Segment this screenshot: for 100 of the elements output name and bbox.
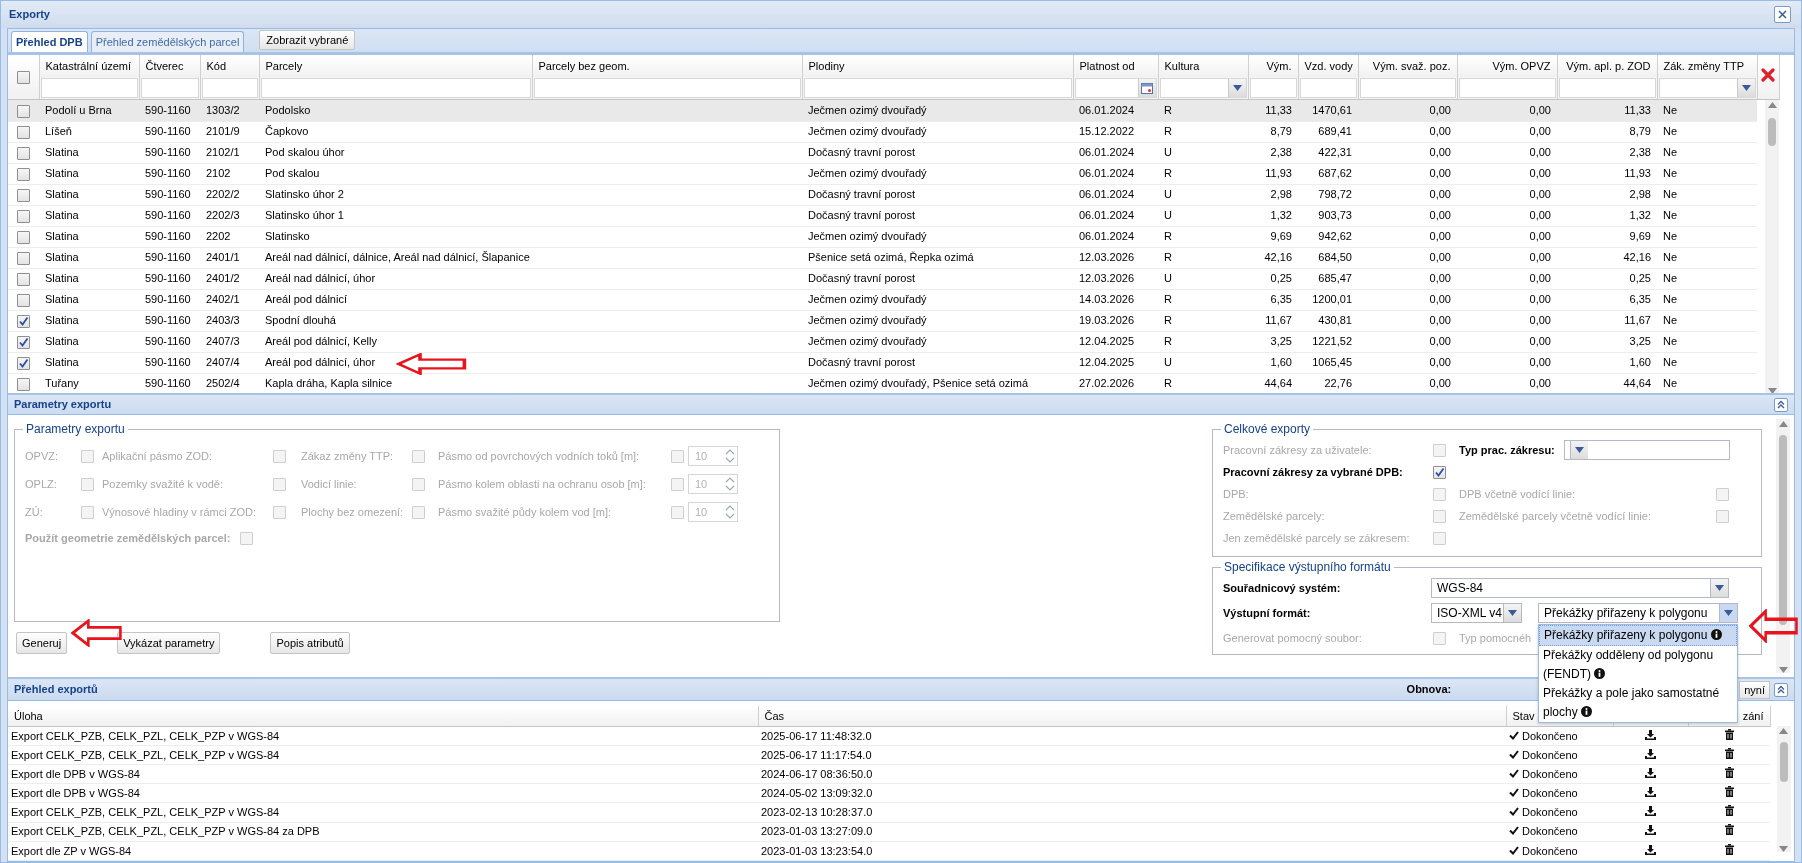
refresh-button[interactable]: nyní <box>1739 680 1770 699</box>
dropdown[interactable]: WGS-84 <box>1431 578 1729 598</box>
table-cell: Ne <box>1663 167 1678 180</box>
table-cell: Ječmen ozimý dvouřadý <box>808 125 927 138</box>
table-cell: 2101/9 <box>206 125 240 138</box>
table-cell: Export CELK_PZB, CELK_PZL, CELK_PZP v WGS-84 <box>11 806 280 819</box>
field-label: Obnova: <box>1406 682 1452 698</box>
action-button[interactable]: Generuj <box>16 632 68 654</box>
window-title: Exporty <box>9 7 50 23</box>
column-header[interactable]: zání <box>1742 709 1764 722</box>
table-cell: 0,00 <box>1429 356 1451 369</box>
field-label: Plochy bez omezení: <box>301 504 405 520</box>
table-cell: 42,16 <box>1264 251 1292 264</box>
table-cell: 14.03.2026 <box>1079 293 1135 306</box>
table-cell: 0,00 <box>1429 293 1451 306</box>
table-cell: 590-1160 <box>145 146 191 159</box>
table-cell: 06.01.2024 <box>1079 104 1135 116</box>
table-cell: 430,81 <box>1318 314 1352 327</box>
table-row[interactable]: Líšeň 590-1160 2101/9 Čapkovo Ječmen ozimý dvouřadý 15.12.2022 R 8,79 689,41 0,00 0,00 8,79 Ne <box>8 121 1757 142</box>
table-row[interactable]: Podolí u Brna 590-1160 1303/2 Podolsko Ječmen ozimý dvouřadý 06.01.2024 R 11,33 1470,61 0,00 0,00 11,33 Ne <box>8 100 1757 121</box>
table-cell: U <box>1164 209 1172 222</box>
table-cell: U <box>1164 356 1172 369</box>
table-cell: Podolí u Brna <box>45 104 112 116</box>
table-cell: Slatina <box>45 356 79 369</box>
dropdown-option[interactable]: Překážky přiřazeny k polygonu <box>1539 625 1737 646</box>
table-row[interactable]: Tuřany 590-1160 2502/4 Kapla dráha, Kapla silnice Ječmen ozimý dvouřadý, Pšenice setá ozimá 27.02.2026 R 44,64 22,76 0,00 0,00 44,64 Ne <box>8 373 1757 393</box>
table-cell: 2502/4 <box>206 377 240 390</box>
table-cell: 3,25 <box>1270 335 1292 348</box>
table-cell: 0,00 <box>1529 377 1551 390</box>
panel-title: Parametry exportu <box>14 397 112 413</box>
table-cell: 2102 <box>206 167 231 180</box>
table-cell: Ne <box>1663 314 1678 327</box>
table-cell: Ne <box>1663 230 1678 243</box>
show-selected-button[interactable]: Zobrazit vybrané <box>259 30 356 50</box>
table-row[interactable]: Slatina 590-1160 2401/2 Areál nad dálnicí, úhor Dočasný travní porost 12.03.2026 U 0,25 685,47 0,00 0,00 0,25 Ne <box>8 268 1757 289</box>
table-cell: 0,00 <box>1429 104 1451 116</box>
group-title: Specifikace výstupního formátu <box>1223 560 1392 574</box>
table-cell: 590-1160 <box>145 314 191 327</box>
table-row[interactable]: Slatina 590-1160 2401/1 Areál nad dálnicí, dálnice, Areál nad dálnicí, Šlapanice Pšenice setá ozimá, Řepka ozimá 12.03.2026 R 42,16 684,50 0,00 0,00 42,16 Ne <box>8 247 1757 268</box>
table-cell: R <box>1164 167 1172 180</box>
table-cell: Export CELK_PZB, CELK_PZL, CELK_PZP v WGS-84 za DPB <box>11 825 320 838</box>
field-label: Jen zemědělské parcely se zákresem: <box>1223 530 1411 546</box>
table-cell: Slatinsko <box>265 230 310 243</box>
table-cell: Slatina <box>45 293 79 306</box>
table-cell: 590-1160 <box>145 356 191 369</box>
table-cell: 06.01.2024 <box>1079 167 1135 180</box>
table-cell: 0,00 <box>1429 272 1451 285</box>
table-cell: Ne <box>1663 293 1678 306</box>
table-cell: 590-1160 <box>145 209 191 222</box>
dropdown-option[interactable]: Překážky a pole jako samostatné plochy <box>1539 684 1737 722</box>
table-row[interactable]: Slatina 590-1160 2202 Slatinsko Ječmen ozimý dvouřadý 06.01.2024 R 9,69 942,62 0,00 0,00 9,69 Ne <box>8 226 1757 247</box>
table-cell: Slatina <box>45 251 79 264</box>
field-label: Výstupní formát: <box>1223 605 1312 621</box>
table-cell: Ne <box>1663 104 1678 116</box>
table-cell: R <box>1164 377 1172 390</box>
dropdown-option[interactable]: Překážky odděleny od polygonu (FENDT) <box>1539 646 1737 684</box>
table-cell: 44,64 <box>1623 377 1651 390</box>
table-cell: Slatina <box>45 146 79 159</box>
table-row[interactable]: Slatina 590-1160 2402/1 Areál pod dálnicí Ječmen ozimý dvouřadý 14.03.2026 R 6,35 1200,01 0,00 0,00 6,35 Ne <box>8 289 1757 310</box>
table-cell: 0,00 <box>1529 125 1551 138</box>
table-cell: 590-1160 <box>145 104 191 116</box>
table-cell: 2,38 <box>1270 146 1292 159</box>
dropdown[interactable]: ISO-XML v4 <box>1431 603 1522 623</box>
group-title: Celkové exporty <box>1223 422 1312 436</box>
table-row[interactable]: Slatina 590-1160 2202/3 Slatinsko úhor 1 Dočasný travní porost 06.01.2024 U 1,32 903,73 0,00 0,00 1,32 Ne <box>8 205 1757 226</box>
table-cell: Ne <box>1663 356 1678 369</box>
tab[interactable]: Přehled DPB <box>11 31 88 52</box>
table-row[interactable]: Slatina 590-1160 2407/3 Areál pod dálnicí, Kelly Ječmen ozimý dvouřadý 12.04.2025 R 3,25 1221,52 0,00 0,00 3,25 Ne <box>8 331 1757 352</box>
table-cell: 2,38 <box>1629 146 1651 159</box>
table-cell: 0,00 <box>1429 377 1451 390</box>
table-cell: 687,62 <box>1318 167 1352 180</box>
action-button[interactable]: Popis atributů <box>270 632 350 654</box>
table-cell: 0,00 <box>1529 167 1551 180</box>
table-cell: Slatina <box>45 230 79 243</box>
table-cell: Ječmen ozimý dvouřadý <box>808 335 927 348</box>
table-row[interactable]: Slatina 590-1160 2202/2 Slatinsko úhor 2 Dočasný travní porost 06.01.2024 U 2,98 798,72 0,00 0,00 2,98 Ne <box>8 184 1757 205</box>
table-row[interactable]: Slatina 590-1160 2102/1 Pod skalou úhor Dočasný travní porost 06.01.2024 U 2,38 422,31 0,00 0,00 2,38 Ne <box>8 142 1757 163</box>
tab[interactable]: Přehled zemědělských parcel <box>90 31 245 52</box>
table-cell: Slatinsko úhor 1 <box>265 209 344 222</box>
table-cell: 2407/4 <box>206 356 240 369</box>
table-cell: Areál nad dálnicí, úhor <box>265 272 376 285</box>
table-row[interactable]: Slatina 590-1160 2102 Pod skalou Ječmen ozimý dvouřadý 06.01.2024 R 11,93 687,62 0,00 0,00 11,93 Ne <box>8 163 1757 184</box>
column-header[interactable]: Úloha <box>14 709 43 722</box>
column-header[interactable]: Plodiny <box>808 59 845 72</box>
table-cell: 685,47 <box>1318 272 1352 285</box>
table-cell: R <box>1164 125 1172 138</box>
action-button[interactable]: Vykázat parametry <box>117 632 221 654</box>
table-row[interactable]: Slatina 590-1160 2407/4 Areál pod dálnicí, úhor Dočasný travní porost 12.04.2025 U 1,60 1065,45 0,00 0,00 1,60 Ne <box>8 352 1757 373</box>
table-cell: Slatina <box>45 167 79 180</box>
field-label: Souřadnicový systém: <box>1223 580 1342 596</box>
table-cell: 422,31 <box>1318 146 1352 159</box>
table-cell: Ječmen ozimý dvouřadý, Pšenice setá ozimá <box>808 377 1029 390</box>
column-header[interactable]: Čas <box>764 709 785 722</box>
field-label: Vodicí linie: <box>301 476 358 492</box>
table-row[interactable]: Slatina 590-1160 2403/3 Spodní dlouhá Ječmen ozimý dvouřadý 19.03.2026 R 11,67 430,81 0,00 0,00 11,67 Ne <box>8 310 1757 331</box>
table-cell: Dočasný travní porost <box>808 272 915 285</box>
table-cell: 2407/3 <box>206 335 240 348</box>
column-header[interactable]: Parcely <box>265 59 303 72</box>
table-cell: 590-1160 <box>145 167 191 180</box>
column-header[interactable]: Stav <box>1512 709 1535 722</box>
